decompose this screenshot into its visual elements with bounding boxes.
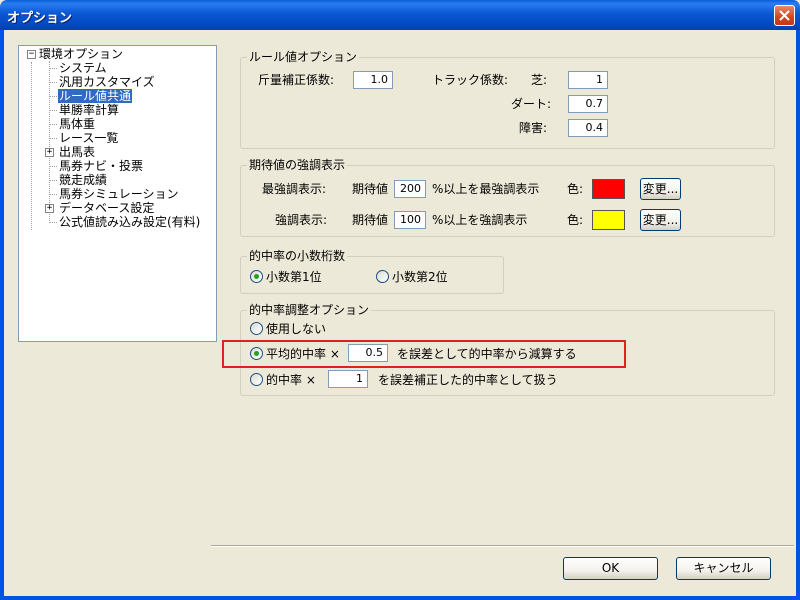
adjust-average-radio[interactable] [250, 347, 263, 360]
title-bar: オプション [0, 0, 800, 30]
tree-line [49, 124, 57, 125]
track-label: トラック係数: [432, 73, 509, 87]
tree-line [49, 222, 57, 223]
tree-item-root[interactable]: 環境オプション [39, 47, 123, 61]
tree-line [49, 138, 57, 139]
expand-icon[interactable]: + [45, 148, 54, 157]
window-title: オプション [7, 11, 73, 26]
adjust-legend: 的中率調整オプション [247, 303, 372, 317]
tree-item-entry-table[interactable]: 出馬表 [59, 145, 95, 159]
normal-color-swatch [592, 210, 625, 230]
turf-label: 芝: [531, 73, 548, 87]
adjust-none-radio[interactable] [250, 322, 263, 335]
hurdle-field[interactable]: 0.4 [568, 119, 608, 137]
cancel-button[interactable]: キャンセル [676, 557, 771, 580]
turf-field[interactable]: 1 [568, 71, 608, 89]
rule-options-legend: ルール値オプション [247, 50, 360, 64]
decimals-2-radio[interactable] [376, 270, 389, 283]
strong-color-label: 色: [567, 182, 584, 196]
tree-line [49, 110, 57, 111]
strong-prefix: 期待値 [352, 182, 389, 196]
normal-suffix: %以上を強調表示 [432, 213, 528, 227]
strong-suffix: %以上を最強調表示 [432, 182, 540, 196]
dirt-label: ダート: [511, 97, 552, 111]
tree-item-win-rate[interactable]: 単勝率計算 [59, 103, 119, 117]
tree-item-official-values[interactable]: 公式値読み込み設定(有料) [59, 215, 200, 229]
decimals-1-label[interactable]: 小数第1位 [266, 270, 322, 284]
adjust-none-label[interactable]: 使用しない [266, 322, 326, 336]
weight-label: 斤量補正係数: [258, 73, 335, 87]
tree-line [49, 61, 50, 223]
collapse-icon[interactable]: − [27, 50, 36, 59]
adjust-average-field[interactable]: 0.5 [348, 344, 388, 362]
adjust-rate-field[interactable]: 1 [328, 370, 368, 388]
emphasis-legend: 期待値の強調表示 [247, 158, 348, 172]
strong-threshold-field[interactable]: 200 [394, 180, 426, 198]
tree-line [49, 96, 57, 97]
adjust-rate-suffix: を誤差補正した的中率として扱う [378, 373, 558, 387]
normal-threshold-field[interactable]: 100 [394, 211, 426, 229]
tree-item-race-list[interactable]: レース一覧 [59, 131, 118, 145]
tree-line [49, 180, 57, 181]
tree-line [31, 62, 32, 230]
tree-item-horse-weight[interactable]: 馬体重 [59, 117, 95, 131]
tree-line [49, 68, 57, 69]
adjust-rate-radio[interactable] [250, 373, 263, 386]
strong-color-change-button[interactable]: 変更... [640, 178, 681, 200]
tree-item-rule-common[interactable]: ルール値共通 [56, 88, 134, 104]
adjust-rate-label[interactable]: 的中率 × [266, 373, 316, 387]
weight-field[interactable]: 1.0 [353, 71, 393, 89]
strong-color-swatch [592, 179, 625, 199]
tree-item-database[interactable]: データベース設定 [59, 201, 154, 215]
tree-line [49, 82, 57, 83]
decimals-legend: 的中率の小数桁数 [247, 249, 348, 263]
adjust-average-label[interactable]: 平均的中率 × [266, 347, 340, 361]
decimals-1-radio[interactable] [250, 270, 263, 283]
tree-line [49, 194, 57, 195]
footer-separator [211, 545, 794, 547]
adjust-average-suffix: を誤差として的中率から減算する [397, 347, 577, 361]
normal-emphasis-label: 強調表示: [275, 213, 328, 227]
tree-item-customize[interactable]: 汎用カスタマイズ [59, 75, 155, 89]
hurdle-label: 障害: [519, 121, 548, 135]
rule-options-group: ルール値オプション [240, 50, 775, 149]
expand-icon[interactable]: + [45, 204, 54, 213]
tree-item-bet-navi[interactable]: 馬券ナビ・投票 [59, 159, 143, 173]
decimals-2-label[interactable]: 小数第2位 [392, 270, 448, 284]
tree-item-race-results[interactable]: 競走成績 [59, 173, 107, 187]
normal-color-label: 色: [567, 213, 584, 227]
normal-prefix: 期待値 [352, 213, 389, 227]
tree-item-system[interactable]: システム [59, 61, 107, 75]
dirt-field[interactable]: 0.7 [568, 95, 608, 113]
ok-button[interactable]: OK [563, 557, 658, 580]
strong-emphasis-label: 最強調表示: [262, 182, 327, 196]
close-icon [779, 10, 790, 21]
tree-item-bet-simulation[interactable]: 馬券シミュレーション [59, 187, 179, 201]
tree-line [49, 166, 57, 167]
options-tree[interactable]: − 環境オプション システム 汎用カスタマイズ ルール値共通 単勝率計算 馬体重… [18, 45, 217, 342]
close-button[interactable] [774, 5, 795, 26]
normal-color-change-button[interactable]: 変更... [640, 209, 681, 231]
